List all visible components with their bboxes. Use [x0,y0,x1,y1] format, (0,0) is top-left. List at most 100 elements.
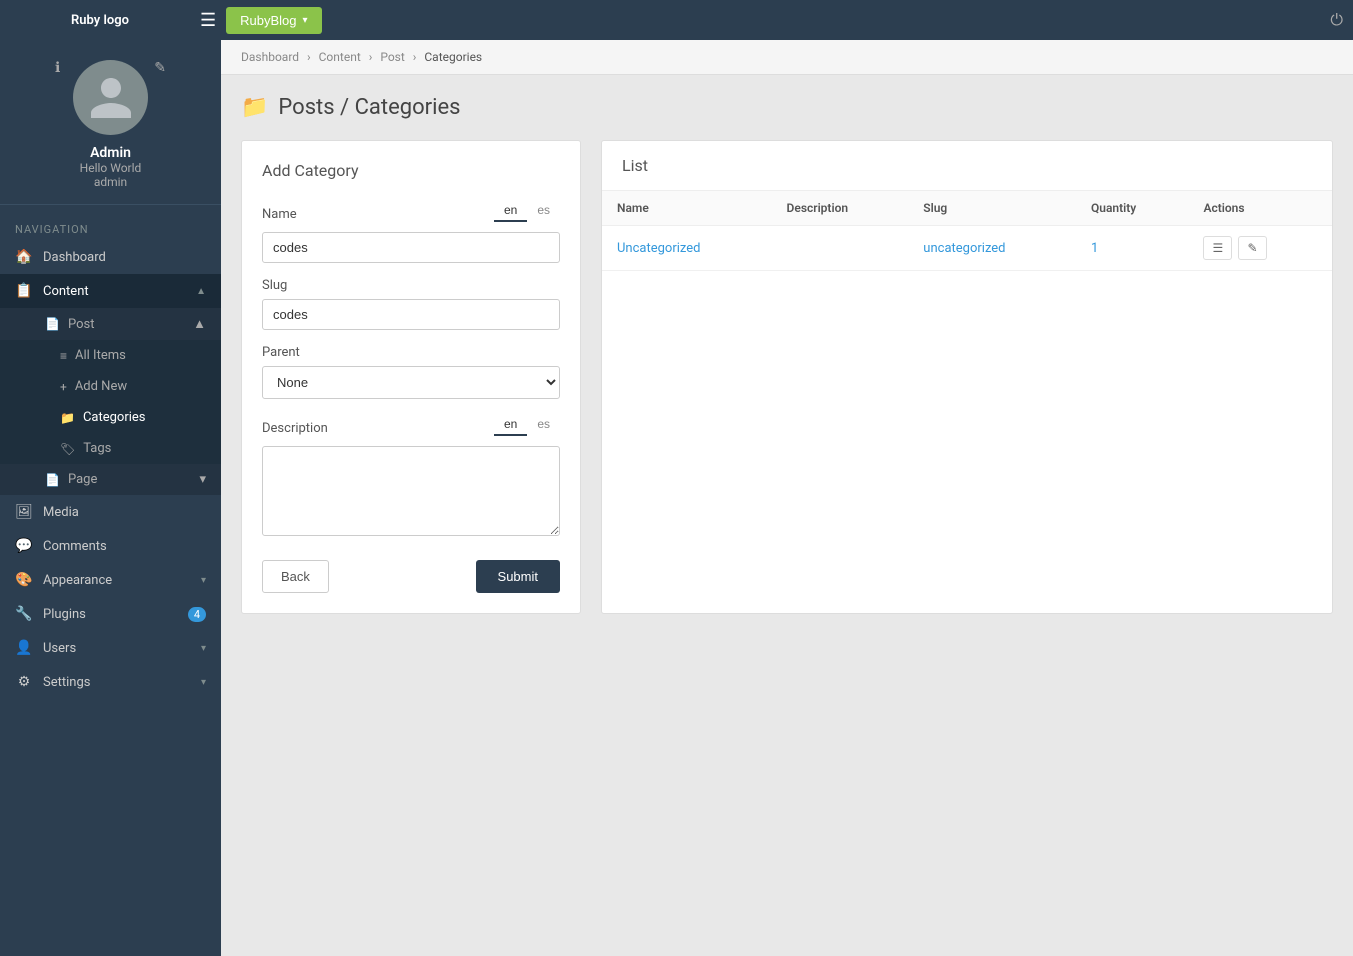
col-slug: Slug [908,191,1076,226]
nav-label: Navigation [0,215,221,240]
sidebar-item-content[interactable]: 📋 Content ▲ [0,274,221,308]
col-quantity: Quantity [1076,191,1188,226]
blog-menu-button[interactable]: RubyBlog ▾ [226,7,321,34]
sidebar-item-label: Page [68,472,97,487]
sidebar-item-label: Categories [83,410,146,425]
desc-lang-tab-es[interactable]: es [527,414,560,436]
lang-tab-en[interactable]: en [494,200,527,222]
sidebar-item-page[interactable]: 📄 Page ▾ [0,464,221,495]
lang-tab-es[interactable]: es [527,200,560,222]
sidebar-item-dashboard[interactable]: 🏠 Dashboard [0,240,221,274]
breadcrumb-current: Categories [424,50,482,64]
sidebar-item-label: Comments [43,539,206,554]
parent-label: Parent [262,345,560,360]
sidebar-item-tags[interactable]: 🏷 Tags [0,433,221,464]
description-field-group: Description en es [262,414,560,540]
dashboard-icon: 🏠 [15,249,33,265]
chevron-up-icon: ▲ [193,316,206,332]
users-icon: 👤 [15,640,33,656]
sidebar-item-label: Add New [75,379,127,394]
slug-label: Slug [262,278,560,293]
name-lang-tabs: en es [494,200,560,222]
col-name: Name [602,191,772,226]
breadcrumb-post[interactable]: Post [380,50,404,64]
desc-lang-tab-en[interactable]: en [494,414,527,436]
breadcrumb-sep: › [369,50,373,64]
breadcrumb-dashboard[interactable]: Dashboard [241,50,299,64]
sidebar: ℹ ✎ Admin Hello World admin Navigation 🏠… [0,40,221,956]
name-input[interactable] [262,232,560,263]
appearance-icon: 🎨 [15,572,33,588]
content-row: Add Category Name en es [241,140,1333,614]
form-actions: Back Submit [262,560,560,593]
page-title-row: 📁 Posts / Categories [241,95,1333,120]
form-title: Add Category [262,161,560,180]
topbar: Ruby logo ☰ RubyBlog ▾ ⏻ [0,0,1353,40]
user-info-icon[interactable]: ℹ [55,60,60,76]
sidebar-item-media[interactable]: 🖼 Media [0,495,221,529]
list-title: List [602,141,1332,191]
page-title-icon: 📁 [241,95,268,120]
navigation: Navigation 🏠 Dashboard 📋 Content ▲ 📄 Pos… [0,205,221,709]
edit-button[interactable]: ✎ [1238,236,1266,260]
sidebar-item-plugins[interactable]: 🔧 Plugins 4 [0,597,221,631]
breadcrumb-content[interactable]: Content [319,50,361,64]
hamburger-icon[interactable]: ☰ [200,10,216,31]
folder-icon: 📁 [60,411,75,425]
row-actions: ☰ ✎ [1188,226,1332,271]
media-icon: 🖼 [15,504,33,520]
chevron-down-icon: ▾ [201,643,206,654]
user-role: admin [94,175,127,189]
main-content: Dashboard › Content › Post › Categories … [221,40,1353,956]
sidebar-item-label: Post [68,317,95,332]
name-field-group: Name en es [262,200,560,263]
chevron-down-icon: ▾ [201,575,206,586]
sidebar-item-all-items[interactable]: ≡ All Items [0,340,221,371]
chevron-up-icon: ▲ [196,286,206,297]
sidebar-item-label: Settings [43,675,191,690]
table-body: Uncategorized uncategorized 1 ☰ ✎ [602,226,1332,271]
slug-input[interactable] [262,299,560,330]
power-icon[interactable]: ⏻ [1330,10,1343,30]
category-list-card: List Name Description Slug Quantity Acti… [601,140,1333,614]
sidebar-item-label: Media [43,505,206,520]
sidebar-item-add-new[interactable]: + Add New [0,371,221,402]
list-view-button[interactable]: ☰ [1203,236,1232,260]
sidebar-item-users[interactable]: 👤 Users ▾ [0,631,221,665]
user-edit-icon[interactable]: ✎ [154,60,166,76]
avatar [73,60,148,135]
sidebar-item-label: Tags [83,441,111,456]
avatar-icon [86,73,136,123]
sidebar-item-post[interactable]: 📄 Post ▲ [0,308,221,340]
add-category-form: Add Category Name en es [241,140,581,614]
sidebar-item-label: Appearance [43,573,191,588]
back-button[interactable]: Back [262,560,329,593]
parent-select[interactable]: None [262,366,560,399]
row-slug: uncategorized [908,226,1076,271]
sidebar-item-label: Content [43,284,186,299]
row-name-link[interactable]: Uncategorized [617,241,700,256]
user-site: Hello World [80,161,142,175]
topbar-logo: Ruby logo [10,13,190,28]
table-header: Name Description Slug Quantity Actions [602,191,1332,226]
settings-icon: ⚙ [15,674,33,690]
table-row: Uncategorized uncategorized 1 ☰ ✎ [602,226,1332,271]
blog-menu-label: RubyBlog [240,13,296,28]
plugins-badge: 4 [188,607,206,622]
sidebar-item-appearance[interactable]: 🎨 Appearance ▾ [0,563,221,597]
sidebar-item-comments[interactable]: 💬 Comments [0,529,221,563]
sidebar-item-label: Dashboard [43,250,206,265]
page-body: 📁 Posts / Categories Add Category Name e… [221,75,1353,956]
post-icon: 📄 [45,317,60,331]
tag-icon: 🏷 [60,442,75,456]
plugins-icon: 🔧 [15,606,33,622]
description-textarea[interactable] [262,446,560,536]
row-slug-link[interactable]: uncategorized [923,241,1005,256]
sidebar-item-settings[interactable]: ⚙ Settings ▾ [0,665,221,699]
blog-menu-arrow-icon: ▾ [303,15,308,26]
row-qty-link[interactable]: 1 [1091,241,1098,256]
description-label: Description [262,421,328,436]
breadcrumb-sep: › [413,50,417,64]
submit-button[interactable]: Submit [476,560,560,593]
sidebar-item-categories[interactable]: 📁 Categories [0,402,221,433]
